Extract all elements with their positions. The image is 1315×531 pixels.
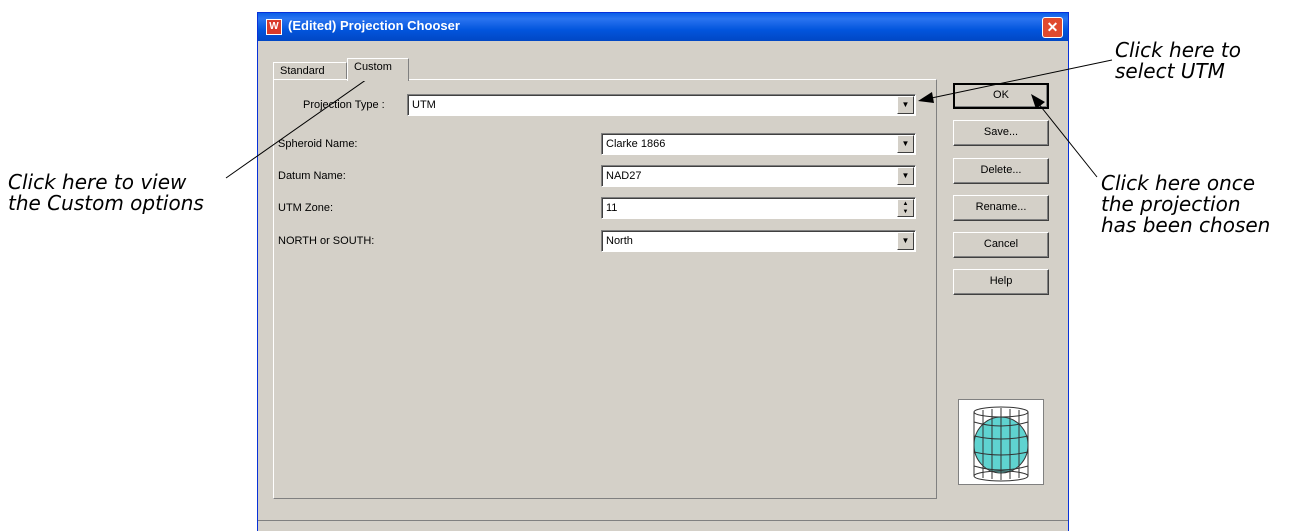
annotation-arrows [225, 59, 1113, 179]
tab-custom[interactable]: Custom [347, 58, 409, 81]
